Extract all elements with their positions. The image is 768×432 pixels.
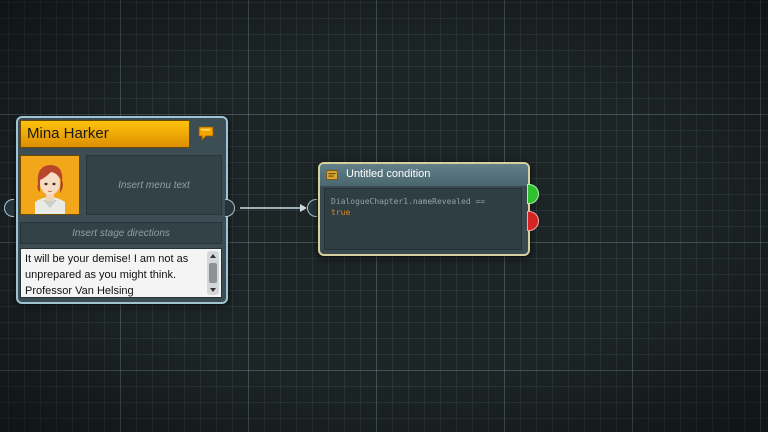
condition-expression[interactable]: DialogueChapter1.nameRevealed == true bbox=[324, 188, 522, 250]
speech-bubble-icon[interactable] bbox=[198, 126, 214, 142]
scroll-thumb[interactable] bbox=[209, 263, 217, 283]
connection-arrow bbox=[240, 204, 307, 212]
menu-text-field[interactable]: Insert menu text bbox=[86, 155, 222, 215]
dialogue-output-pin[interactable] bbox=[225, 199, 235, 217]
stage-directions-field[interactable]: Insert stage directions bbox=[20, 222, 222, 244]
dialogue-text: It will be your demise! I am not as unpr… bbox=[25, 253, 189, 297]
condition-value: true bbox=[331, 208, 351, 217]
condition-false-output-pin[interactable] bbox=[527, 211, 539, 231]
dialogue-text-field[interactable]: It will be your demise! I am not as unpr… bbox=[20, 248, 222, 298]
character-portrait[interactable] bbox=[20, 155, 80, 215]
condition-header[interactable]: Untitled condition bbox=[320, 164, 528, 186]
dialogue-input-pin[interactable] bbox=[4, 199, 14, 217]
speaker-name[interactable]: Mina Harker bbox=[20, 120, 190, 148]
condition-true-output-pin[interactable] bbox=[527, 184, 539, 204]
condition-node[interactable]: Untitled condition DialogueChapter1.name… bbox=[318, 162, 530, 256]
condition-variable: DialogueChapter1.nameRevealed == bbox=[331, 197, 486, 206]
scroll-up-arrow-icon[interactable] bbox=[210, 254, 216, 258]
condition-title[interactable]: Untitled condition bbox=[346, 168, 430, 180]
scroll-down-arrow-icon[interactable] bbox=[210, 288, 216, 292]
condition-input-pin[interactable] bbox=[307, 199, 317, 217]
dialogue-node[interactable]: Mina Harker Insert menu text Insert stag… bbox=[16, 116, 228, 304]
dialogue-scrollbar[interactable] bbox=[207, 251, 219, 295]
condition-icon bbox=[326, 170, 338, 180]
